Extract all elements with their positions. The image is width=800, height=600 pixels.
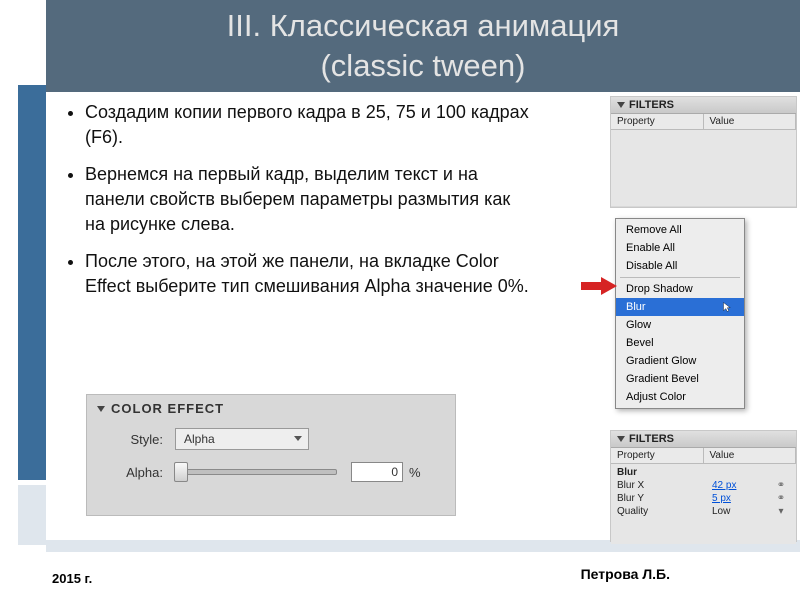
blur-y-key: Blur Y [617, 493, 712, 504]
filter-group-row: Blur [611, 466, 796, 479]
col-value-bottom: Value [704, 448, 797, 463]
title-line2: (classic tween) [320, 46, 525, 86]
col-property: Property [611, 114, 704, 129]
filters-context-menu: Remove All Enable All Disable All Drop S… [615, 218, 745, 409]
link-icon[interactable]: ⚭ [772, 480, 790, 491]
menu-gradient-glow[interactable]: Gradient Glow [616, 352, 744, 370]
menu-glow[interactable]: Glow [616, 316, 744, 334]
bullet-2: Вернемся на первый кадр, выделим текст и… [85, 162, 533, 237]
menu-blur-label: Blur [626, 301, 646, 313]
bullet-3: После этого, на этой же панели, на вклад… [85, 249, 533, 299]
filters-title: FILTERS [629, 99, 674, 111]
filters-grid-header-bottom: Property Value [611, 448, 796, 464]
filters-bottom-body: Blur Blur X 42 px ⚭ Blur Y 5 px ⚭ Qualit… [611, 464, 796, 544]
blur-y-value[interactable]: 5 px [712, 493, 772, 504]
color-effect-title: COLOR EFFECT [111, 401, 224, 416]
filters-panel-header: FILTERS [611, 97, 796, 114]
footer-author: Петрова Л.Б. [581, 566, 670, 582]
filters-empty-body [611, 130, 796, 206]
alpha-label: Alpha: [97, 465, 163, 480]
collapse-icon [617, 102, 625, 108]
link-icon[interactable]: ⚭ [772, 493, 790, 504]
alpha-value-input[interactable]: 0 [351, 462, 403, 482]
menu-gradient-bevel[interactable]: Gradient Bevel [616, 370, 744, 388]
side-stripe [18, 85, 46, 480]
bullet-1: Создадим копии первого кадра в 25, 75 и … [85, 100, 533, 150]
blur-y-row[interactable]: Blur Y 5 px ⚭ [611, 492, 796, 505]
body-text: Создадим копии первого кадра в 25, 75 и … [63, 100, 533, 311]
filters-panel-bottom: FILTERS Property Value Blur Blur X 42 px… [610, 430, 797, 542]
menu-blur-selected[interactable]: Blur [616, 298, 744, 316]
blur-x-key: Blur X [617, 480, 712, 491]
alpha-row: Alpha: 0 % [97, 462, 445, 482]
quality-row[interactable]: Quality Low ▾ [611, 505, 796, 518]
menu-adjust-color[interactable]: Adjust Color [616, 388, 744, 406]
style-value: Alpha [184, 432, 215, 446]
alpha-unit: % [409, 465, 421, 480]
filters-panel-top: FILTERS Property Value [610, 96, 797, 208]
filters-panel-header-bottom: FILTERS [611, 431, 796, 448]
slide-title: III. Классическая анимация (classic twee… [46, 0, 800, 92]
filters-title-bottom: FILTERS [629, 433, 674, 445]
red-arrow-icon [601, 277, 617, 295]
color-effect-title-row: COLOR EFFECT [97, 401, 445, 416]
filters-grid-header: Property Value [611, 114, 796, 130]
filter-group-label: Blur [617, 467, 712, 478]
side-stripe-bottom [18, 485, 46, 545]
quality-key: Quality [617, 506, 712, 517]
col-value: Value [704, 114, 797, 129]
title-line1: III. Классическая анимация [227, 6, 620, 46]
quality-value[interactable]: Low [712, 506, 772, 517]
collapse-icon [617, 436, 625, 442]
menu-drop-shadow[interactable]: Drop Shadow [616, 280, 744, 298]
footer-year: 2015 г. [52, 571, 92, 586]
style-select[interactable]: Alpha [175, 428, 309, 450]
style-label: Style: [97, 432, 163, 447]
menu-separator-1 [620, 277, 740, 278]
alpha-slider-thumb[interactable] [174, 462, 188, 482]
blur-x-value[interactable]: 42 px [712, 480, 772, 491]
menu-disable-all[interactable]: Disable All [616, 257, 744, 275]
menu-bevel[interactable]: Bevel [616, 334, 744, 352]
cursor-icon [722, 301, 734, 313]
alpha-slider[interactable] [175, 469, 337, 475]
color-effect-panel: COLOR EFFECT Style: Alpha Alpha: 0 % [86, 394, 456, 516]
blur-x-row[interactable]: Blur X 42 px ⚭ [611, 479, 796, 492]
slide: III. Классическая анимация (classic twee… [0, 0, 800, 600]
dropdown-icon[interactable]: ▾ [772, 506, 790, 517]
menu-enable-all[interactable]: Enable All [616, 239, 744, 257]
collapse-icon [97, 406, 105, 412]
style-row: Style: Alpha [97, 428, 445, 450]
menu-remove-all[interactable]: Remove All [616, 221, 744, 239]
col-property-bottom: Property [611, 448, 704, 463]
